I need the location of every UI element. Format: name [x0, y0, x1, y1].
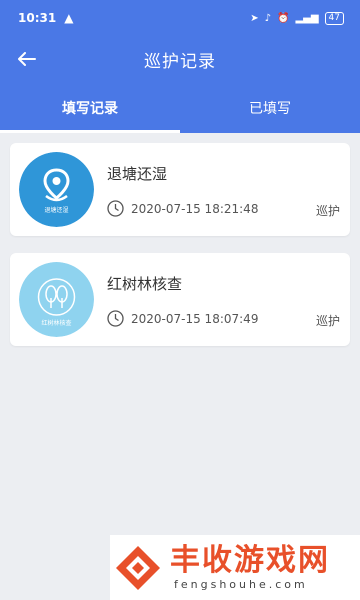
notification-icon: ▲ [64, 11, 74, 25]
battery-icon: 47 [324, 11, 344, 25]
signal-icon: ▂▄▆ [295, 12, 319, 24]
watermark-domain: fengshouhe.com [174, 578, 308, 591]
record-thumbnail: 红树林核查 [19, 262, 94, 337]
status-bar: 10:31 ▲ ➤ ♪ ⏰ ▂▄▆ 47 [0, 0, 360, 36]
record-title: 红树林核查 [107, 275, 183, 293]
page-title: 巡护记录 [144, 51, 216, 72]
mute-icon: ♪ [264, 12, 272, 24]
header: 10:31 ▲ ➤ ♪ ⏰ ▂▄▆ 47 巡护记录 填写记录 已填写 [0, 0, 360, 133]
tab-fill-record[interactable]: 填写记录 [0, 82, 180, 133]
record-tag: 巡护 [315, 314, 340, 328]
clock-icon [107, 310, 124, 327]
tab-bar: 填写记录 已填写 [0, 82, 360, 133]
record-list: 退塘还湿 退塘还湿 2020-07-15 18:21:48 巡护 红树林核查 红… [10, 143, 350, 363]
location-pin-icon: 退塘还湿 [19, 152, 94, 227]
record-time: 2020-07-15 18:07:49 [131, 312, 259, 326]
back-button[interactable] [14, 46, 40, 72]
watermark-name: 丰收游戏网 [170, 543, 330, 578]
record-thumbnail: 退塘还湿 [19, 152, 94, 227]
record-time: 2020-07-15 18:21:48 [131, 202, 259, 216]
thumb-caption: 退塘还湿 [44, 206, 68, 214]
watermark-logo-icon [116, 545, 160, 590]
tab-filled[interactable]: 已填写 [180, 82, 360, 133]
watermark: 丰收游戏网 fengshouhe.com [110, 535, 360, 600]
tree-icon: 红树林核查 [19, 262, 94, 337]
alarm-icon: ⏰ [277, 12, 290, 24]
app-bar: 巡护记录 [0, 36, 360, 82]
record-tag: 巡护 [315, 204, 340, 218]
record-title: 退塘还湿 [107, 165, 168, 183]
location-icon: ➤ [250, 12, 259, 24]
status-icons: ➤ ♪ ⏰ ▂▄▆ 47 [250, 11, 344, 25]
record-card[interactable]: 退塘还湿 退塘还湿 2020-07-15 18:21:48 巡护 [10, 143, 350, 236]
thumb-caption: 红树林核查 [41, 319, 71, 327]
arrow-left-icon [18, 52, 36, 66]
record-card[interactable]: 红树林核查 红树林核查 2020-07-15 18:07:49 巡护 [10, 253, 350, 346]
status-time: 10:31 [18, 11, 57, 25]
clock-icon [107, 200, 124, 217]
